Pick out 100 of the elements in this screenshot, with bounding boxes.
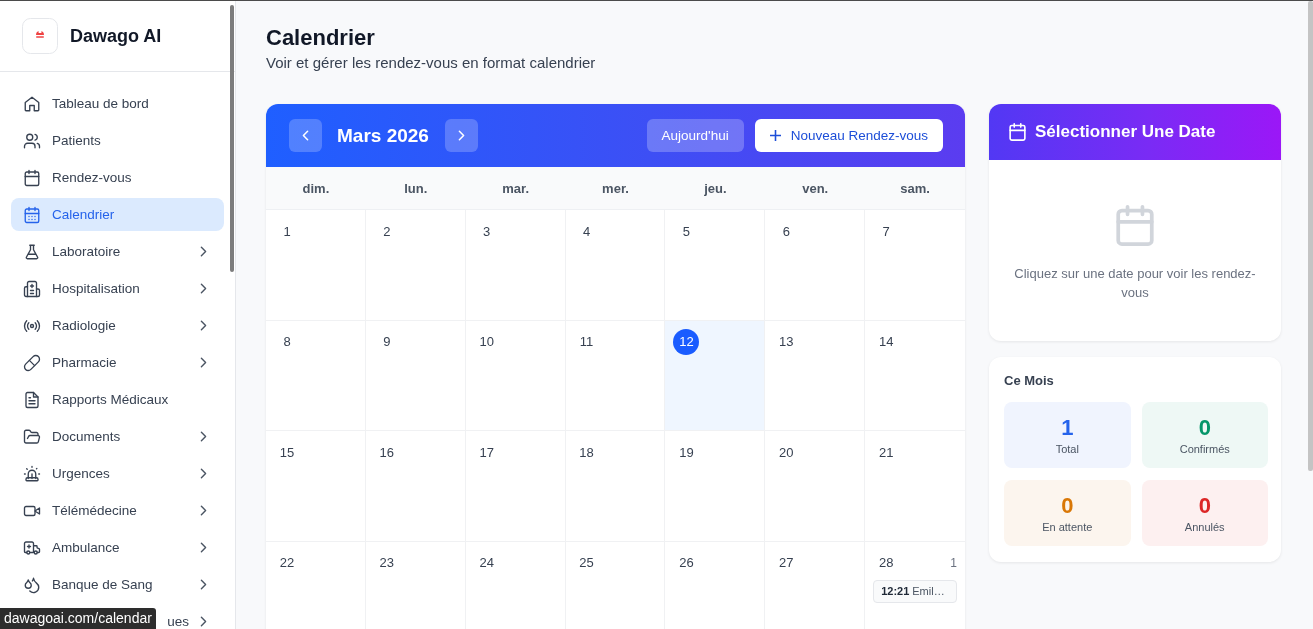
day-number: 6 — [781, 222, 791, 241]
day-number: 22 — [278, 554, 296, 572]
day-cell[interactable]: 28 1 12:21 Emil… — [865, 541, 965, 629]
next-month-button[interactable] — [444, 119, 478, 152]
previous-month-button[interactable] — [289, 119, 322, 152]
day-cell[interactable]: 18 — [565, 431, 666, 542]
day-number: 20 — [778, 443, 795, 462]
event-title: Emil… — [912, 585, 945, 597]
users-icon — [23, 131, 41, 150]
day-number: 14 — [877, 333, 895, 351]
sidebar-item[interactable]: Banque de Sang — [11, 568, 224, 601]
stats-title: Ce Mois — [1004, 373, 1055, 389]
chevron-left-icon — [302, 130, 309, 141]
day-number: 9 — [382, 333, 392, 351]
event-count: 1 — [950, 555, 957, 570]
event-chip[interactable]: 12:21 Emil… — [873, 579, 957, 603]
day-number: 21 — [877, 443, 895, 462]
stat-value: 0 — [1198, 415, 1211, 441]
page-title: Calendrier — [266, 25, 376, 51]
day-number: 4 — [581, 222, 592, 241]
weekday-label: mer. — [601, 180, 630, 196]
day-number: 26 — [678, 554, 695, 572]
calendar-icon — [1009, 123, 1026, 141]
sidebar-item[interactable]: Rapports Médicaux — [11, 383, 224, 416]
folder-icon — [23, 427, 41, 446]
sidebar-item[interactable]: Ambulance — [11, 531, 224, 564]
sidebar-item[interactable]: Urgences — [11, 457, 224, 490]
day-cell[interactable]: 4 — [565, 210, 666, 321]
sidebar-item[interactable]: Calendrier — [11, 198, 224, 231]
day-number: 3 — [482, 222, 492, 241]
page-subtitle: Voir et gérer les rendez-vous en format calendrier — [266, 53, 597, 73]
today-button[interactable]: Aujourd'hui — [646, 119, 744, 152]
sidebar-item[interactable]: Tableau de bord — [11, 87, 224, 120]
day-number: 25 — [578, 554, 595, 572]
day-cell[interactable]: 27 — [765, 541, 866, 629]
day-cell[interactable]: 19 — [665, 431, 766, 542]
sidebar-item[interactable]: Laboratoire — [11, 235, 224, 268]
sidebar-item[interactable]: Rendez-vous — [11, 161, 224, 194]
sidebar-item[interactable]: Radiologie — [11, 309, 224, 342]
sidebar-item[interactable]: Télémédecine — [11, 494, 224, 527]
day-cell[interactable]: 22 — [266, 541, 366, 629]
flask-icon — [23, 242, 41, 261]
building-icon — [23, 279, 41, 298]
day-cell[interactable]: 13 — [765, 320, 866, 431]
day-cell[interactable]: 6 — [765, 210, 866, 321]
calendar-icon — [23, 168, 41, 187]
day-number: 1 — [282, 222, 292, 241]
day-cell[interactable]: 15 — [266, 431, 366, 542]
sidebar-item[interactable]: Documents — [11, 420, 224, 453]
day-cell[interactable]: 26 — [665, 541, 766, 629]
day-cell[interactable]: 3 — [465, 210, 566, 321]
day-cell[interactable]: 12 — [665, 320, 766, 431]
day-cell[interactable]: 23 — [365, 541, 466, 629]
day-number: 23 — [378, 554, 396, 572]
day-cell[interactable]: 16 — [365, 431, 466, 542]
day-cell[interactable]: 25 — [565, 541, 666, 629]
day-cell[interactable]: 2 — [365, 210, 466, 321]
brand-name: Dawago AI — [70, 25, 162, 47]
stat-label: Annulés — [1184, 521, 1225, 533]
month-label: Mars 2026 — [337, 124, 429, 147]
status-url-tooltip: dawagoai.com/calendar — [0, 608, 156, 629]
day-cell[interactable]: 7 — [865, 210, 965, 321]
day-cell[interactable]: 9 — [365, 320, 466, 431]
day-cell[interactable]: 14 — [865, 320, 965, 431]
calendar-icon — [1116, 205, 1154, 246]
day-number: 10 — [478, 333, 495, 351]
pill-icon — [23, 353, 41, 372]
scrollbar-thumb[interactable] — [230, 5, 234, 272]
event-time: 12:21 — [881, 585, 910, 597]
ambulance-icon — [23, 538, 41, 557]
sidebar-item[interactable]: Patients — [11, 124, 224, 157]
sidebar-item[interactable]: Hospitalisation — [11, 272, 224, 305]
day-cell[interactable]: 20 — [765, 431, 866, 542]
day-number: 18 — [578, 443, 595, 462]
day-cell[interactable]: 21 — [865, 431, 965, 542]
sidebar-item[interactable]: Pharmacie — [11, 346, 224, 379]
day-number: 24 — [478, 554, 495, 572]
day-cell[interactable]: 1 — [266, 210, 366, 321]
day-number: 15 — [278, 443, 296, 462]
day-number: 2 — [382, 222, 392, 241]
chevron-right-icon — [457, 130, 465, 141]
stat-value: 1 — [1061, 415, 1074, 441]
stat-label: Total — [1055, 443, 1079, 455]
day-cell[interactable]: 17 — [465, 431, 566, 542]
day-number: 7 — [881, 222, 891, 241]
stat-label: En attente — [1042, 521, 1093, 533]
day-number: 8 — [282, 333, 292, 351]
day-cell[interactable]: 5 — [665, 210, 766, 321]
day-number: 11 — [578, 333, 595, 351]
day-number: 12 — [673, 328, 700, 355]
weekday-label: ven. — [801, 180, 830, 196]
day-cell[interactable]: 8 — [266, 320, 366, 431]
new-appointment-button[interactable]: Nouveau Rendez-vous — [754, 119, 943, 152]
stat-label: Confirmés — [1179, 443, 1230, 455]
day-number: 13 — [778, 333, 795, 351]
empty-state-message: Cliquez sur une date pour voir les rendez-vous — [1013, 265, 1257, 302]
day-cell[interactable]: 24 — [465, 541, 566, 629]
calendar-grid-icon — [23, 205, 41, 224]
day-cell[interactable]: 10 — [465, 320, 566, 431]
scrollbar-thumb[interactable] — [1308, 1, 1313, 471]
